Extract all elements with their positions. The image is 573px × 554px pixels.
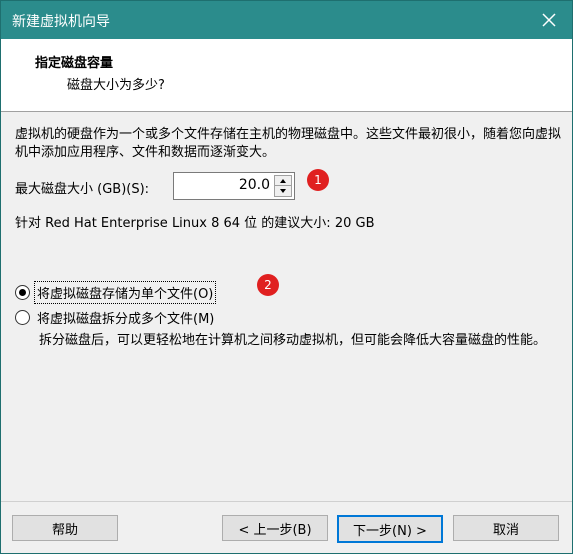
header-panel: 指定磁盘容量 磁盘大小为多少? — [1, 39, 572, 112]
close-button[interactable] — [526, 1, 572, 39]
close-icon — [542, 13, 556, 27]
disk-size-stepper[interactable]: 20.0 — [173, 172, 295, 200]
title-bar[interactable]: 新建虚拟机向导 — [1, 1, 572, 39]
recommendation-text: 针对 Red Hat Enterprise Linux 8 64 位 的建议大小… — [15, 216, 375, 231]
window-title: 新建虚拟机向导 — [12, 14, 110, 30]
annotation-badge-2: 2 — [257, 274, 279, 296]
footer-divider — [1, 501, 572, 502]
help-button[interactable]: 帮助 — [12, 515, 118, 541]
cancel-button[interactable]: 取消 — [453, 515, 559, 541]
next-button[interactable]: 下一步(N) > — [337, 515, 443, 543]
page-subtitle: 磁盘大小为多少? — [67, 78, 165, 93]
description-text: 虚拟机的硬盘作为一个或多个文件存储在主机的物理磁盘中。这些文件最初很小，随着您向… — [15, 127, 562, 160]
back-button[interactable]: < 上一步(B) — [222, 515, 328, 541]
wizard-window: 新建虚拟机向导 指定磁盘容量 磁盘大小为多少? 虚拟机的硬盘作为一个或多个文件存… — [0, 0, 573, 554]
radio-multiple-files[interactable]: 将虚拟磁盘拆分成多个文件(M) — [15, 307, 216, 328]
spin-down-button[interactable] — [274, 185, 292, 197]
page-title: 指定磁盘容量 — [35, 56, 114, 71]
radio-single-label[interactable]: 将虚拟磁盘存储为单个文件(O) — [33, 281, 217, 304]
radio-button-single[interactable] — [15, 285, 30, 300]
content-area: 虚拟机的硬盘作为一个或多个文件存储在主机的物理磁盘中。这些文件最初很小，随着您向… — [1, 112, 572, 497]
annotation-badge-1: 1 — [307, 169, 329, 191]
radio-multiple-label[interactable]: 将虚拟磁盘拆分成多个文件(M) — [35, 307, 216, 328]
arrow-down-icon — [280, 189, 286, 193]
disk-size-input[interactable]: 20.0 — [239, 177, 270, 193]
split-description: 拆分磁盘后，可以更轻松地在计算机之间移动虚拟机，但可能会降低大容量磁盘的性能。 — [39, 333, 547, 348]
radio-button-multiple[interactable] — [15, 310, 30, 325]
arrow-up-icon — [280, 179, 286, 183]
disk-size-label: 最大磁盘大小 (GB)(S): — [15, 182, 150, 197]
radio-single-file[interactable]: 将虚拟磁盘存储为单个文件(O) — [15, 281, 217, 304]
